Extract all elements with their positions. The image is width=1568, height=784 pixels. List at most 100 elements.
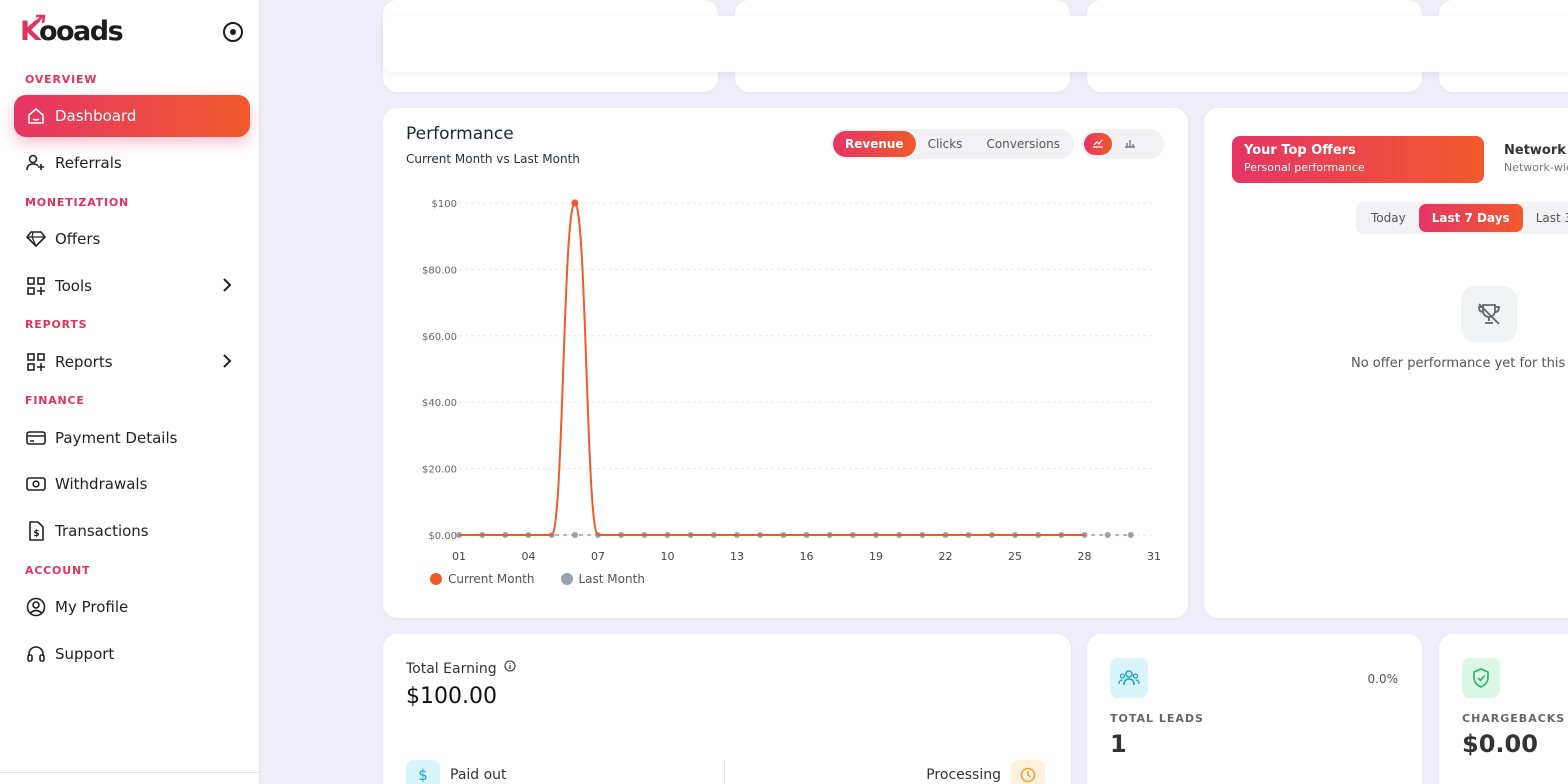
sidebar-item-withdrawals[interactable]: Withdrawals	[14, 463, 250, 505]
chart-type-toggle	[1082, 129, 1164, 159]
leads-value: 1	[1110, 730, 1127, 758]
total-earning-value: $100.00	[406, 684, 497, 709]
metric-clicks-button[interactable]: Clicks	[916, 131, 975, 157]
metric-toggle: Revenue Clicks Conversions	[831, 129, 1074, 159]
legend-current-month[interactable]: Current Month	[430, 572, 535, 586]
sidebar-item-label: Reports	[55, 353, 113, 371]
date-range-toggle: Today Last 7 Days Last 30	[1356, 202, 1568, 234]
sidebar-item-my-profile[interactable]: My Profile	[14, 586, 250, 628]
divider	[724, 760, 725, 784]
x-tick-label: 16	[800, 550, 814, 563]
x-tick-label: 10	[661, 550, 675, 563]
processing-label: Processing	[926, 767, 1001, 783]
tab-your-top-offers[interactable]: Your Top Offers Personal performance	[1232, 136, 1484, 183]
paid-out-label: Paid out	[450, 767, 507, 783]
y-tick-label: $40.00	[422, 398, 457, 409]
logo-arrow-icon	[25, 14, 46, 31]
cash-icon	[26, 474, 46, 494]
metric-conversions-button[interactable]: Conversions	[974, 131, 1072, 157]
x-tick-label: 07	[591, 550, 605, 563]
sidebar-item-dashboard[interactable]: Dashboard	[14, 95, 250, 137]
legend-last-month[interactable]: Last Month	[560, 572, 645, 586]
sidebar-item-referrals[interactable]: Referrals	[14, 142, 250, 184]
headset-icon	[26, 644, 46, 664]
data-point-last-month	[1127, 532, 1134, 538]
metric-revenue-button[interactable]: Revenue	[833, 131, 916, 157]
tab-title: Your Top Offers	[1244, 143, 1356, 158]
clock-icon	[1011, 760, 1045, 784]
diamond-icon	[26, 229, 46, 249]
y-tick-label: $100	[432, 199, 457, 210]
section-reports: REPORTS	[25, 318, 88, 331]
x-tick-label: 22	[939, 550, 953, 563]
sidebar-item-tools[interactable]: Tools	[14, 265, 250, 307]
sidebar-item-support[interactable]: Support	[14, 633, 250, 675]
line-chart-button[interactable]	[1084, 133, 1112, 155]
data-point-last-month	[1104, 532, 1111, 538]
chargebacks-value: $0.00	[1462, 730, 1538, 758]
logo-row: Kooads	[20, 14, 248, 52]
sidebar-item-offers[interactable]: Offers	[14, 218, 250, 260]
series-line-current-month	[458, 201, 1085, 536]
section-account: ACCOUNT	[25, 564, 91, 577]
x-tick-label: 31	[1147, 550, 1161, 563]
x-tick-label: 13	[730, 550, 744, 563]
data-point-current-month	[571, 199, 579, 207]
sidebar-item-label: Withdrawals	[55, 475, 148, 493]
offers-tabs: Your Top Offers Personal performance Net…	[1232, 136, 1568, 183]
x-tick-label: 25	[1008, 550, 1022, 563]
empty-state-message: No offer performance yet for this	[1351, 356, 1566, 371]
section-monetization: MONETIZATION	[25, 196, 130, 209]
x-tick-label: 28	[1078, 550, 1092, 563]
chargebacks-label: CHARGEBACKS	[1462, 712, 1566, 725]
range-last-7-days-button[interactable]: Last 7 Days	[1418, 204, 1523, 232]
sidebar-divider	[0, 772, 260, 773]
tab-network-top[interactable]: Network T Network-wic	[1484, 136, 1568, 183]
range-last-30-button[interactable]: Last 30	[1523, 204, 1568, 232]
bar-chart-button[interactable]	[1112, 131, 1148, 157]
range-today-button[interactable]: Today	[1358, 204, 1419, 232]
sidebar-item-transactions[interactable]: $ Transactions	[14, 510, 250, 552]
shield-check-icon	[1462, 658, 1500, 698]
bar-chart-icon	[1125, 140, 1135, 148]
paid-out: $ Paid out	[406, 760, 507, 784]
user-circle-icon	[26, 597, 46, 617]
trophy-off-icon	[1461, 286, 1517, 342]
leads-change-percent: 0.0%	[1367, 672, 1399, 686]
sidebar-item-label: Referrals	[55, 154, 122, 172]
chart-legend: Current Month Last Month	[430, 572, 645, 586]
dollar-icon: $	[406, 760, 440, 784]
sidebar-item-payment-details[interactable]: Payment Details	[14, 417, 250, 459]
sidebar: Kooads OVERVIEW Dashboard Referrals MONE…	[0, 0, 260, 784]
performance-chart: $0.00 $20.00 $40.00 $60.00 $80.00 $100 01 04 07 1…	[422, 199, 1161, 563]
sidebar-item-label: Offers	[55, 230, 101, 248]
chevron-right-icon	[223, 354, 232, 368]
svg-text:$: $	[33, 529, 39, 539]
y-tick-label: $20.00	[422, 465, 457, 476]
user-plus-icon	[26, 153, 46, 173]
x-tick-label: 01	[452, 550, 466, 563]
leads-label: TOTAL LEADS	[1110, 712, 1204, 725]
x-tick-label: 04	[522, 550, 536, 563]
performance-title: Performance	[406, 124, 514, 144]
sidebar-item-label: Support	[55, 645, 115, 663]
sidebar-item-label: Payment Details	[55, 429, 178, 447]
sidebar-collapse-icon[interactable]	[223, 22, 243, 42]
tab-subtitle: Personal performance	[1244, 161, 1365, 174]
total-earning-label: Total Earning	[406, 660, 516, 677]
info-icon[interactable]	[504, 660, 516, 672]
invoice-dollar-icon: $	[26, 521, 46, 541]
total-earning-card: Total Earning $100.00 $ Paid out Process…	[383, 634, 1071, 784]
tab-subtitle: Network-wic	[1504, 161, 1568, 174]
sidebar-item-reports[interactable]: Reports	[14, 341, 250, 383]
top-search-bar[interactable]	[383, 16, 1568, 72]
total-leads-card: 0.0% TOTAL LEADS 1	[1087, 634, 1422, 784]
users-icon	[1110, 658, 1148, 698]
grid-plus-icon	[26, 276, 46, 296]
sidebar-item-label: Tools	[55, 277, 92, 295]
sidebar-item-label: Transactions	[55, 522, 149, 540]
grid-plus-icon	[26, 352, 46, 372]
sidebar-item-label: My Profile	[55, 598, 129, 616]
line-chart-icon	[1093, 139, 1103, 148]
performance-card: Performance Current Month vs Last Month …	[383, 108, 1188, 618]
